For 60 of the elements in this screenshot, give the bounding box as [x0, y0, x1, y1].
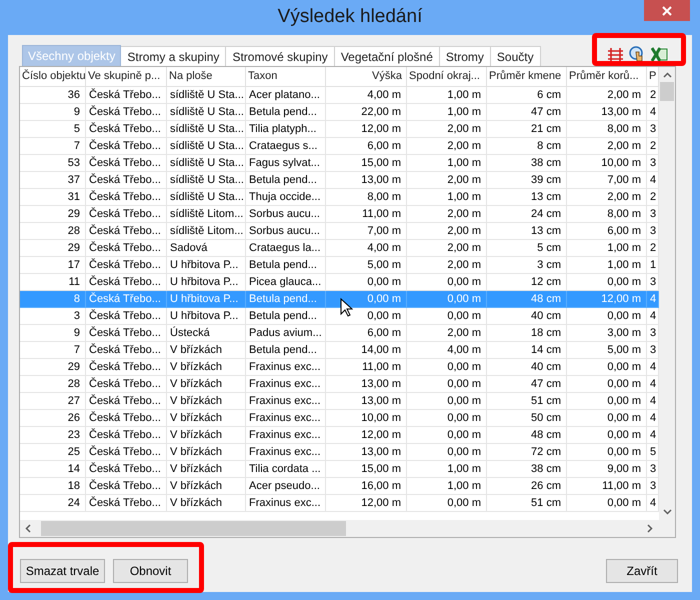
- table-row[interactable]: 11 Česká Třebo... U hřbitova P... Picea glauca... 0,00 m 0,00 m 12 cm 0,00 m 3: [20, 274, 659, 291]
- table-row[interactable]: 29 Česká Třebo... sídliště Litom... Sorbus aucu... 11,00 m 2,00 m 24 cm 8,00 m 3: [20, 206, 659, 223]
- column-header[interactable]: Průměr korů...: [567, 67, 647, 86]
- table-row[interactable]: 25 Česká Třebo... V břízkách Fraxinus exc... 13,00 m 0,00 m 72 cm 0,00 m 5: [20, 444, 659, 461]
- table-cell: Fraxinus exc...: [246, 495, 326, 512]
- action-button[interactable]: Obnovit: [113, 559, 188, 583]
- mouse-cursor-icon: [340, 298, 353, 317]
- window-title: Výsledek hledání: [278, 5, 422, 30]
- scroll-left-icon[interactable]: [25, 524, 31, 533]
- table-row[interactable]: 7 Česká Třebo... sídliště U Sta... Crataegus s... 6,00 m 2,00 m 8 cm 2,00 m 2: [20, 138, 659, 155]
- scroll-right-icon[interactable]: [647, 524, 653, 533]
- scroll-up-icon[interactable]: [662, 72, 672, 78]
- column-header[interactable]: Ve skupině p...: [86, 67, 167, 86]
- table-row[interactable]: 3 Česká Třebo... U hřbitova P... Betula pend... 0,00 m 0,00 m 40 cm 0,00 m 4: [20, 308, 659, 325]
- table-row[interactable]: 18 Česká Třebo... V břízkách Acer pseudo... 16,00 m 1,00 m 26 cm 11,00 m 3: [20, 478, 659, 495]
- table-row[interactable]: 37 Česká Třebo... sídliště U Sta... Betula pend... 13,00 m 2,00 m 39 cm 7,00 m 4: [20, 172, 659, 189]
- table-cell: 24: [20, 495, 86, 512]
- tab[interactable]: Součty: [490, 46, 541, 66]
- scroll-down-icon[interactable]: [662, 509, 672, 515]
- close-button[interactable]: [644, 0, 690, 21]
- ladder-icon[interactable]: [608, 48, 624, 62]
- table-row[interactable]: 29 Česká Třebo... Sadová Crataegus la... 4,00 m 2,00 m 5 cm 1,00 m 2: [20, 240, 659, 257]
- table-cell: 51 cm: [487, 495, 567, 512]
- column-header[interactable]: Číslo objektu: [20, 67, 86, 86]
- table-row[interactable]: 7 Česká Třebo... V břízkách Betula pend... 14,00 m 4,00 m 14 cm 5,00 m 3: [20, 342, 659, 359]
- column-header[interactable]: Výška: [326, 67, 407, 86]
- table-row[interactable]: 31 Česká Třebo... sídliště U Sta... Thuja occide... 8,00 m 1,00 m 13 cm 2,00 m 2: [20, 189, 659, 206]
- table-row[interactable]: 24 Česká Třebo... V břízkách Fraxinus exc... 12,00 m 0,00 m 51 cm 0,00 m 4: [20, 495, 659, 512]
- table-cell: 0,00 m: [567, 495, 647, 512]
- table-row[interactable]: 5 Česká Třebo... sídliště U Sta... Tilia platyph... 12,00 m 2,00 m 21 cm 8,00 m 3: [20, 121, 659, 138]
- scrollbar-thumb[interactable]: [660, 82, 674, 101]
- column-header[interactable]: Na ploše: [167, 67, 246, 86]
- spreadsheet-icon[interactable]: [651, 47, 668, 62]
- table-row[interactable]: 9 Česká Třebo... sídliště U Sta... Betula pend... 22,00 m 1,00 m 47 cm 13,00 m 4: [20, 104, 659, 121]
- table-cell: 0,00 m: [407, 495, 487, 512]
- table-row[interactable]: 36 Česká Třebo... sídliště U Sta... Acer platano... 4,00 m 1,00 m 6 cm 2,00 m 2: [20, 87, 659, 104]
- close-dialog-button[interactable]: Zavřít: [606, 559, 678, 583]
- tab[interactable]: Stromy: [440, 46, 491, 66]
- column-header[interactable]: Taxon: [246, 67, 326, 86]
- tab[interactable]: Stromové skupiny: [226, 46, 335, 66]
- close-icon: [662, 6, 672, 16]
- table-cell: Česká Třebo...: [86, 495, 167, 512]
- table-row[interactable]: 29 Česká Třebo... V břízkách Fraxinus exc... 11,00 m 0,00 m 40 cm 0,00 m 4: [20, 359, 659, 376]
- scrollbar-thumb[interactable]: [41, 521, 346, 536]
- table-row[interactable]: 17 Česká Třebo... U hřbitova P... Betula pend... 5,00 m 2,00 m 3 cm 1,00 m 1: [20, 257, 659, 274]
- table-cell: 12,00 m: [326, 495, 407, 512]
- table-row[interactable]: 9 Česká Třebo... Ústecká Padus avium... 6,00 m 2,00 m 18 cm 3,00 m 3: [20, 325, 659, 342]
- tab[interactable]: Vegetační plošné: [334, 46, 440, 66]
- table-cell: V břízkách: [167, 495, 246, 512]
- column-header[interactable]: Průměr kmene: [487, 67, 567, 86]
- tab[interactable]: Stromy a skupiny: [121, 46, 226, 66]
- table-row[interactable]: 53 Česká Třebo... sídliště U Sta... Fagus sylvat... 15,00 m 1,00 m 38 cm 10,00 m 3: [20, 155, 659, 172]
- table-row[interactable]: 14 Česká Třebo... V břízkách Tilia cordata ... 15,00 m 1,00 m 38 cm 9,00 m 3: [20, 461, 659, 478]
- table-row[interactable]: 27 Česká Třebo... V břízkách Fraxinus exc... 13,00 m 0,00 m 51 cm 0,00 m 4: [20, 393, 659, 410]
- table-row[interactable]: 28 Česká Třebo... V břízkách Fraxinus exc... 13,00 m 0,00 m 47 cm 0,00 m 4: [20, 376, 659, 393]
- column-header[interactable]: Spodní okraj...: [407, 67, 487, 86]
- table-row[interactable]: 23 Česká Třebo... V břízkách Fraxinus exc... 12,00 m 0,00 m 48 cm 0,00 m 4: [20, 427, 659, 444]
- table-row[interactable]: 28 Česká Třebo... sídliště Litom... Sorbus aucu... 7,00 m 2,00 m 13 cm 6,00 m 3: [20, 223, 659, 240]
- action-button[interactable]: Smazat trvale: [20, 559, 105, 583]
- table-row[interactable]: 26 Česká Třebo... V břízkách Fraxinus exc... 10,00 m 0,00 m 50 cm 0,00 m 4: [20, 410, 659, 427]
